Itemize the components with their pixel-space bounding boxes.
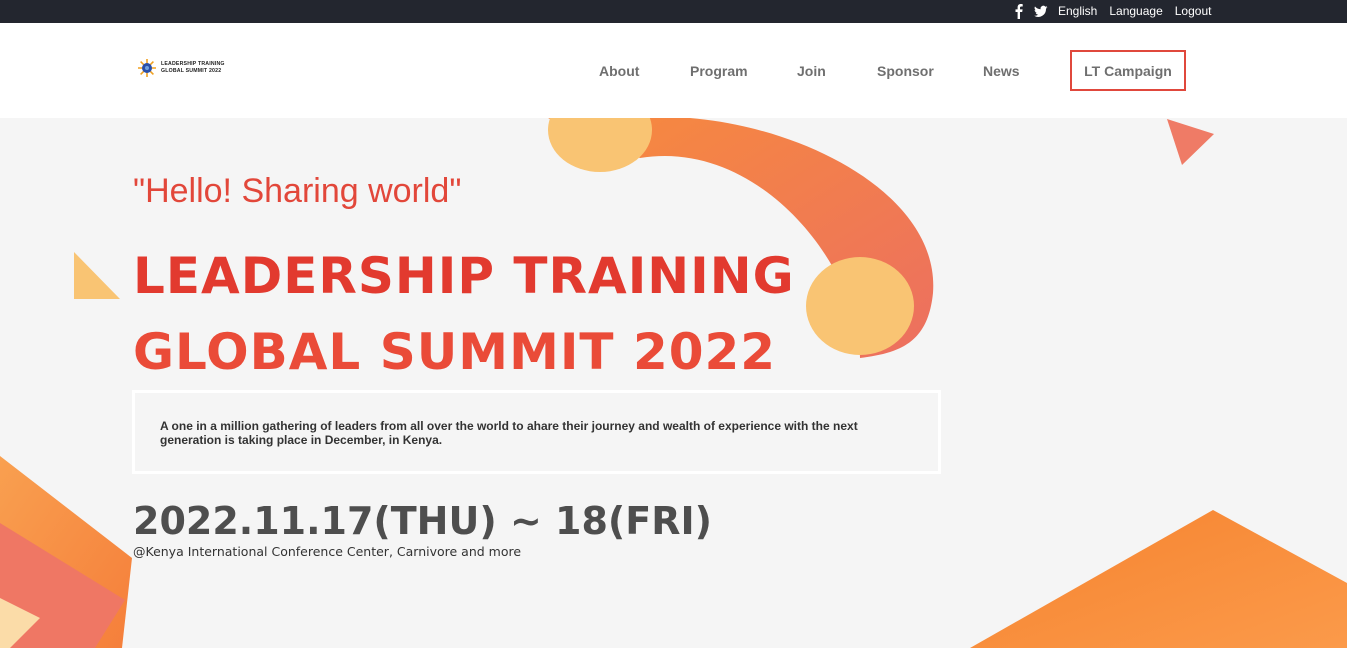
site-logo[interactable]: LEADERSHIP TRAINING GLOBAL SUMMIT 2022 <box>137 58 225 78</box>
nav-about[interactable]: About <box>599 63 639 79</box>
yellow-triangle-shape <box>74 252 120 299</box>
logo-text: LEADERSHIP TRAINING GLOBAL SUMMIT 2022 <box>161 61 225 75</box>
site-header: LEADERSHIP TRAINING GLOBAL SUMMIT 2022 A… <box>0 23 1347 118</box>
description-box: A one in a million gathering of leaders … <box>132 390 941 474</box>
event-date: 2022.11.17(THU) ~ 18(FRI) <box>133 499 712 543</box>
top-bar: English Language Logout <box>0 0 1347 23</box>
logo-line2: GLOBAL SUMMIT 2022 <box>161 68 222 74</box>
nav-sponsor[interactable]: Sponsor <box>877 63 934 79</box>
hero-title-line2: GLOBAL SUMMIT 2022 <box>133 323 777 381</box>
left-ribbon-shape <box>0 456 132 648</box>
logout-link[interactable]: Logout <box>1175 4 1212 18</box>
nav-news[interactable]: News <box>983 63 1020 79</box>
lt-campaign-button[interactable]: LT Campaign <box>1070 50 1186 91</box>
nav-join[interactable]: Join <box>797 63 826 79</box>
hero-title-line1: LEADERSHIP TRAINING <box>133 247 795 305</box>
hero-description: A one in a million gathering of leaders … <box>160 419 858 447</box>
coral-triangle-shape <box>1167 119 1214 165</box>
event-venue: @Kenya International Conference Center, … <box>133 544 522 559</box>
language-link[interactable]: Language <box>1109 4 1162 18</box>
social-links <box>1012 3 1048 19</box>
english-link[interactable]: English <box>1058 4 1097 18</box>
globe-logo-icon <box>138 59 156 77</box>
facebook-icon[interactable] <box>1012 3 1026 19</box>
top-links: English Language Logout <box>1058 4 1211 18</box>
nav-program[interactable]: Program <box>690 63 748 79</box>
hero-title: LEADERSHIP TRAINING GLOBAL SUMMIT 2022 <box>133 238 795 390</box>
twitter-icon[interactable] <box>1034 3 1048 19</box>
hero-greeting: "Hello! Sharing world" <box>133 172 462 210</box>
logo-line1: LEADERSHIP TRAINING <box>161 61 225 67</box>
orange-corner-shape <box>970 510 1347 648</box>
